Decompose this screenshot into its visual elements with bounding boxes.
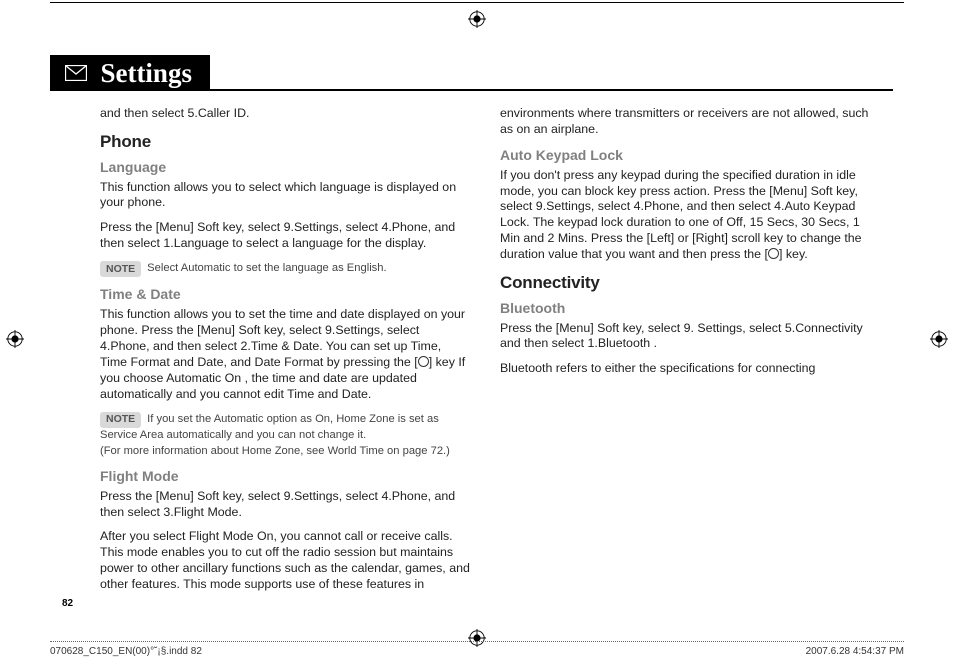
subheading-time-date: Time & Date <box>100 286 470 304</box>
subheading-bluetooth: Bluetooth <box>500 300 870 318</box>
subheading-flight-mode: Flight Mode <box>100 468 470 486</box>
body-text-fragment: This function allows you to set the time… <box>100 307 465 369</box>
body-text: If you don't press any keypad during the… <box>500 168 870 263</box>
note-text: If you set the Automatic option as On, H… <box>100 413 439 441</box>
note-badge: NOTE <box>100 412 141 428</box>
envelope-icon <box>62 55 90 91</box>
page-number: 82 <box>62 598 73 609</box>
ok-key-icon <box>418 356 429 367</box>
footer-filename: 070628_C150_EN(00)°˘¡§.indd 82 <box>50 646 202 657</box>
body-text: This function allows you to select which… <box>100 180 470 212</box>
body-text: This function allows you to set the time… <box>100 307 470 402</box>
body-text: Press the [Menu] Soft key, select 9. Set… <box>500 321 870 353</box>
note-text: Select Automatic to set the language as … <box>147 262 386 274</box>
print-footer: 070628_C150_EN(00)°˘¡§.indd 82 2007.6.28… <box>50 641 904 657</box>
body-text-fragment: ] key. <box>779 247 808 261</box>
note-callout: NOTEIf you set the Automatic option as O… <box>100 412 470 459</box>
note-callout: NOTE Select Automatic to set the language… <box>100 261 470 277</box>
body-text: Bluetooth refers to either the specifica… <box>500 361 870 377</box>
subheading-language: Language <box>100 159 470 177</box>
page-header: Settings <box>50 55 893 91</box>
note-text-extra: (For more information about Home Zone, s… <box>100 444 470 458</box>
registration-mark-icon <box>930 330 948 348</box>
page-content: and then select 5.Caller ID. Phone Langu… <box>100 106 870 605</box>
body-text: and then select 5.Caller ID. <box>100 106 470 122</box>
body-text: Press the [Menu] Soft key, select 9.Sett… <box>100 489 470 521</box>
registration-mark-icon <box>6 330 24 348</box>
page-title: Settings <box>94 55 192 91</box>
section-heading-phone: Phone <box>100 131 470 153</box>
footer-timestamp: 2007.6.28 4:54:37 PM <box>806 646 904 657</box>
ok-key-icon <box>768 248 779 259</box>
section-heading-connectivity: Connectivity <box>500 272 870 294</box>
note-badge: NOTE <box>100 261 141 277</box>
body-text: Press the [Menu] Soft key, select 9.Sett… <box>100 220 470 252</box>
subheading-auto-keypad-lock: Auto Keypad Lock <box>500 147 870 165</box>
